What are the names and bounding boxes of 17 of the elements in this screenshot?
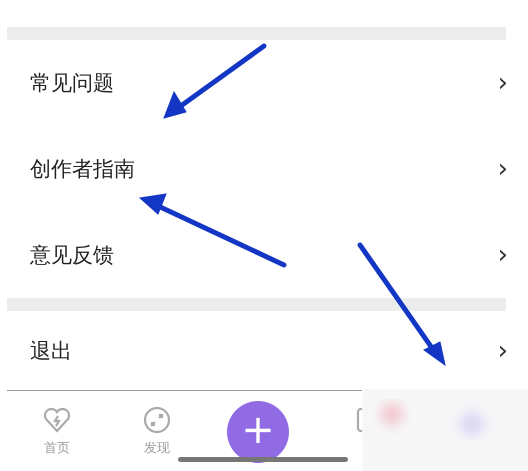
tab-label: 首页 xyxy=(44,440,70,457)
chevron-icon: › xyxy=(498,338,508,364)
menu-item[interactable]: 退出 › xyxy=(7,311,506,390)
menu-item-label: 常见问题 xyxy=(30,70,114,97)
menu-item[interactable]: 意见反馈 › xyxy=(7,212,506,298)
menu-item-label: 意见反馈 xyxy=(30,242,114,269)
tab-label: 发现 xyxy=(144,440,170,457)
menu-item[interactable]: 常见问题 › xyxy=(7,40,506,126)
expand-icon xyxy=(142,405,172,435)
chevron-icon: › xyxy=(498,156,508,182)
chevron-icon: › xyxy=(498,242,508,268)
chevron-icon: › xyxy=(498,70,508,96)
menu-item-label: 创作者指南 xyxy=(30,156,135,183)
add-button[interactable]: + xyxy=(227,401,289,463)
heart-icon xyxy=(42,405,72,435)
menu-item-label: 退出 xyxy=(30,338,72,364)
menu-item[interactable]: 创作者指南 › xyxy=(7,126,506,212)
